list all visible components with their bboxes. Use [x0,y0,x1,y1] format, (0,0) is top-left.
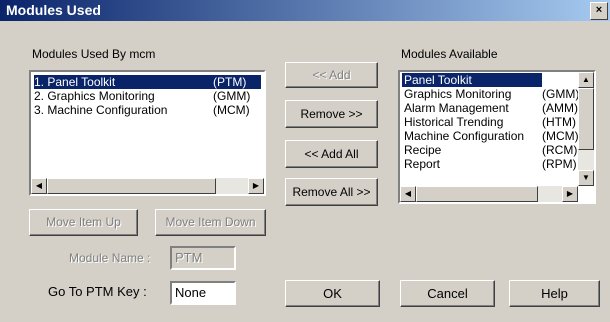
list-item-name: Graphics Monitoring [404,87,512,101]
list-item-name: Report [404,157,441,171]
modules-available-label: Modules Available [401,47,498,61]
modules-available-list[interactable]: Panel Toolkit (PTM) Graphics Monitoring … [398,70,596,204]
list-item-code: (GMM) [542,87,580,101]
add-all-button[interactable]: << Add All [285,140,378,168]
list-item-code: (RCM) [542,143,578,157]
list-item[interactable]: Graphics Monitoring (GMM) [402,87,579,101]
scroll-up-icon[interactable]: ▲ [578,72,594,88]
list-item-code: (MCM) [213,103,250,117]
list-item-name: Panel Toolkit [404,73,472,87]
list-item[interactable]: Machine Configuration (MCM) [402,129,579,143]
goto-key-label: Go To PTM Key : [48,284,147,299]
module-name-field[interactable]: PTM [170,246,236,270]
list-item-code: (HTM) [542,115,576,129]
list-item[interactable]: Panel Toolkit (PTM) [402,73,575,87]
list-item-name: Recipe [404,143,442,157]
move-item-up-button[interactable]: Move Item Up [29,209,138,236]
goto-key-input[interactable]: None [170,281,236,305]
scroll-thumb[interactable] [578,88,594,150]
list-item-name: Historical Trending [404,115,504,129]
close-icon[interactable]: × [590,2,608,20]
scroll-thumb[interactable] [416,186,538,202]
remove-all-button[interactable]: Remove All >> [285,178,378,206]
help-button[interactable]: Help [509,280,600,307]
list-item-name: 2. Graphics Monitoring [34,89,155,103]
list-item-code: (PTM) [213,75,247,89]
list-item-code: (AMM) [542,101,578,115]
list-item-code: (PTM) [542,73,576,87]
list-item-code: (RPM) [542,157,577,171]
scroll-right-icon[interactable]: ▶ [248,178,264,194]
list-item[interactable]: Alarm Management (AMM) [402,101,578,115]
modules-used-label: Modules Used By mcm [32,47,156,61]
scroll-left-icon[interactable]: ◀ [400,186,416,202]
scroll-thumb[interactable] [47,178,216,194]
list-item-name: 1. Panel Toolkit [34,75,116,89]
vertical-scrollbar[interactable]: ▲ ▼ [578,72,594,186]
list-item-code: (GMM) [213,89,251,103]
scroll-left-icon[interactable]: ◀ [31,178,47,194]
list-item[interactable]: Recipe (RCM) [402,143,577,157]
horizontal-scrollbar[interactable]: ◀ ▶ [400,186,578,202]
move-item-down-button[interactable]: Move Item Down [155,209,266,236]
list-item-code: (MCM) [542,129,579,143]
scroll-right-icon[interactable]: ▶ [562,186,578,202]
list-item[interactable]: 2. Graphics Monitoring (GMM) [34,89,261,103]
list-item[interactable]: Historical Trending (HTM) [402,115,576,129]
add-button[interactable]: << Add [285,62,378,88]
title-bar: Modules Used × [0,0,610,21]
list-item-name: Machine Configuration [404,129,525,143]
module-name-label: Module Name : [69,251,151,265]
window-title: Modules Used [6,2,101,18]
list-item[interactable]: Report (RPM) [402,157,577,171]
list-item-name: 3. Machine Configuration [34,103,168,117]
list-item[interactable]: 3. Machine Configuration (MCM) [34,103,261,117]
scroll-down-icon[interactable]: ▼ [578,170,594,186]
list-item[interactable]: 1. Panel Toolkit (PTM) [34,75,261,89]
cancel-button[interactable]: Cancel [400,280,495,307]
remove-button[interactable]: Remove >> [285,100,378,128]
horizontal-scrollbar[interactable]: ◀ ▶ [31,178,264,194]
modules-used-list[interactable]: 1. Panel Toolkit (PTM) 2. Graphics Monit… [29,70,266,196]
list-item-name: Alarm Management [404,101,509,115]
ok-button[interactable]: OK [285,280,380,307]
